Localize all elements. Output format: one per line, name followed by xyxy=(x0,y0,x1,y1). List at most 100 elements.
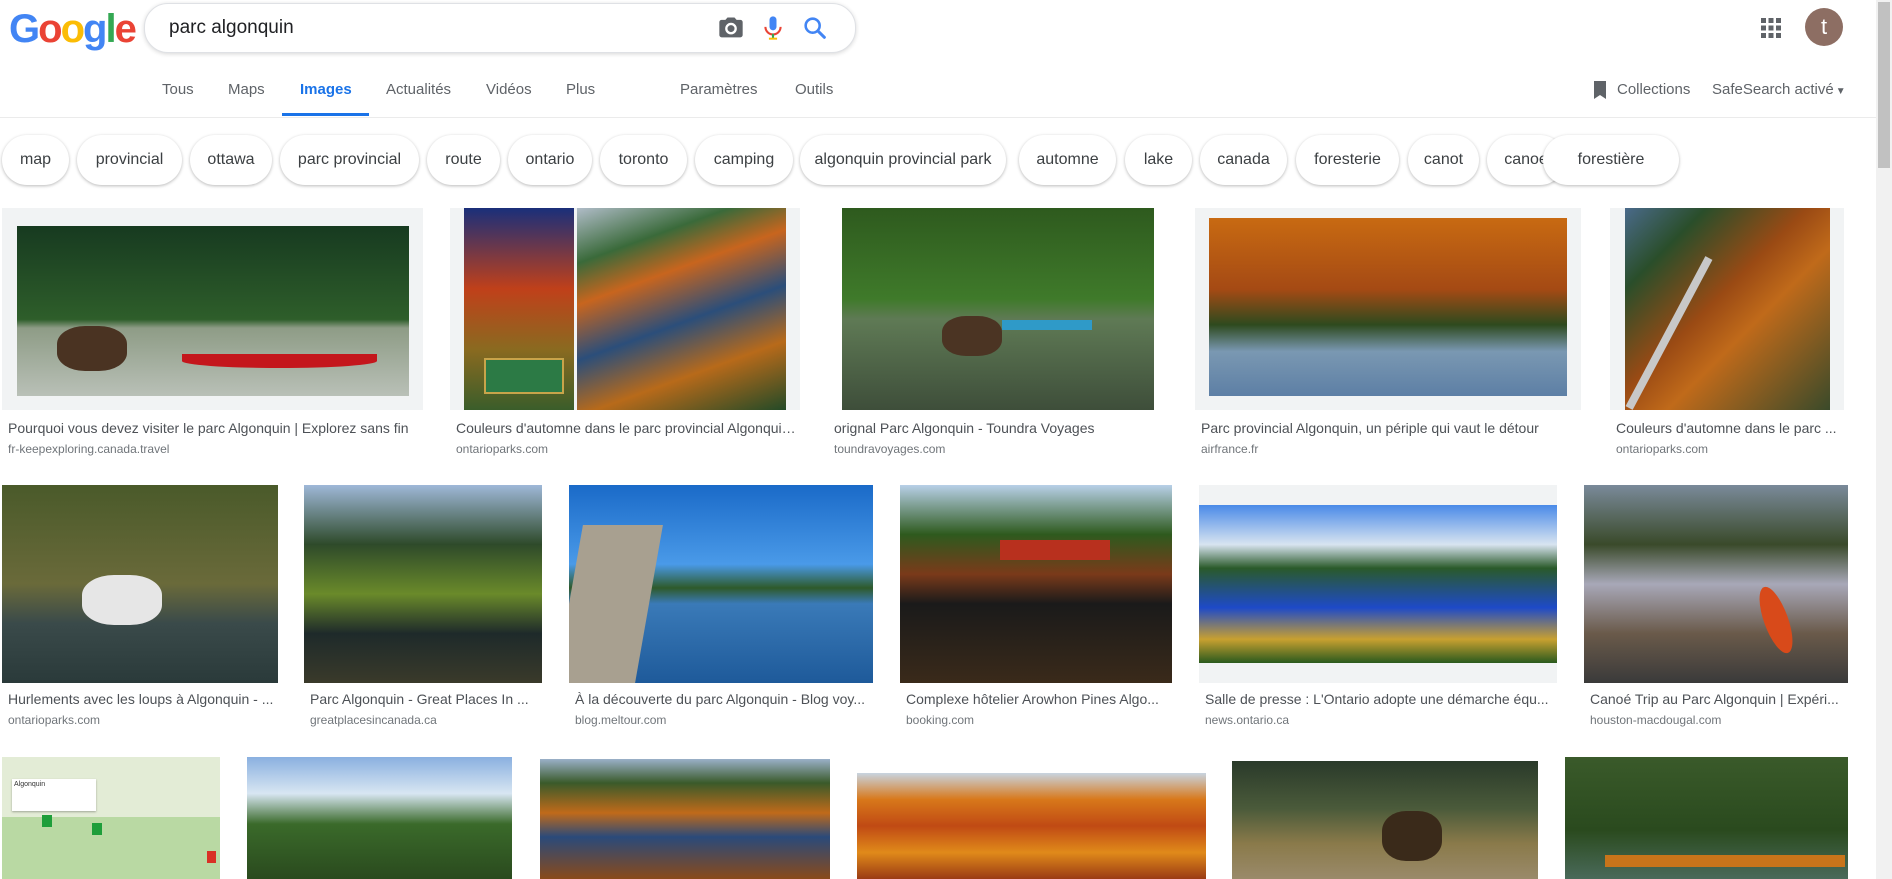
map-info-box: Algonquin xyxy=(12,779,96,811)
search-tabs-bar: Tous Maps Images Actualités Vidéos Plus … xyxy=(0,66,1876,118)
tab-images[interactable]: Images xyxy=(300,81,352,98)
search-chip[interactable]: ottawa xyxy=(190,135,272,185)
collections-link[interactable]: Collections xyxy=(1617,81,1690,98)
search-chip[interactable]: camping xyxy=(695,135,793,185)
search-chip[interactable]: parc provincial xyxy=(280,135,419,185)
image-result[interactable]: Salle de presse : L'Ontario adopte une d… xyxy=(1199,485,1557,735)
result-image xyxy=(1232,761,1538,879)
search-chip[interactable]: algonquin provincial park xyxy=(800,135,1006,185)
result-title: Parc Algonquin - Great Places In ... xyxy=(310,691,529,707)
tab-more[interactable]: Plus xyxy=(566,81,595,98)
result-image xyxy=(1584,485,1848,683)
result-image xyxy=(900,485,1172,683)
result-source: toundravoyages.com xyxy=(834,442,946,456)
image-result[interactable] xyxy=(540,757,830,879)
image-result[interactable]: Pourquoi vous devez visiter le parc Algo… xyxy=(2,208,423,458)
search-chip[interactable]: ontario xyxy=(508,135,592,185)
tab-tools[interactable]: Outils xyxy=(795,81,833,98)
result-image xyxy=(247,757,512,879)
result-source: airfrance.fr xyxy=(1201,442,1259,456)
logo-letter: l xyxy=(105,7,116,51)
result-title: À la découverte du parc Algonquin - Blog… xyxy=(575,691,866,707)
tab-settings[interactable]: Paramètres xyxy=(680,81,758,98)
image-result[interactable]: Couleurs d'automne dans le parc provinci… xyxy=(450,208,800,458)
result-title: Salle de presse : L'Ontario adopte une d… xyxy=(1205,691,1549,707)
search-chip[interactable]: forestière xyxy=(1543,135,1679,185)
logo-letter: o xyxy=(38,7,62,51)
search-box xyxy=(144,3,856,53)
search-chip[interactable]: canot xyxy=(1408,135,1479,185)
result-image xyxy=(1565,757,1848,879)
caret-down-icon: ▼ xyxy=(1835,86,1846,97)
search-icon[interactable] xyxy=(801,14,829,42)
scrollbar-thumb[interactable] xyxy=(1878,2,1890,168)
apps-grid-icon[interactable] xyxy=(1760,17,1782,44)
search-chip[interactable]: canada xyxy=(1200,135,1287,185)
image-result[interactable]: Parc provincial Algonquin, un périple qu… xyxy=(1195,208,1581,458)
map-pin-icon xyxy=(207,851,216,863)
image-result[interactable] xyxy=(1232,757,1538,879)
tab-videos[interactable]: Vidéos xyxy=(486,81,532,98)
result-image xyxy=(842,208,1154,410)
tab-maps[interactable]: Maps xyxy=(228,81,265,98)
result-image xyxy=(540,759,830,879)
search-chip[interactable]: toronto xyxy=(600,135,687,185)
google-logo[interactable]: Google xyxy=(9,7,137,52)
result-image xyxy=(569,485,873,683)
image-result[interactable] xyxy=(1565,757,1848,879)
image-result[interactable]: Couleurs d'automne dans le parc ... onta… xyxy=(1610,208,1844,458)
result-image xyxy=(17,226,409,396)
search-chip[interactable]: provincial xyxy=(77,135,182,185)
safesearch-menu[interactable]: SafeSearch activé ▼ xyxy=(1712,81,1846,98)
result-title: Parc provincial Algonquin, un périple qu… xyxy=(1201,420,1539,436)
result-image xyxy=(464,208,574,410)
map-pin-icon xyxy=(92,823,102,835)
tab-all[interactable]: Tous xyxy=(162,81,194,98)
image-result[interactable]: Hurlements avec les loups à Algonquin - … xyxy=(2,485,278,735)
result-source: booking.com xyxy=(906,713,975,727)
result-title: Hurlements avec les loups à Algonquin - … xyxy=(8,691,274,707)
search-chip[interactable]: route xyxy=(427,135,500,185)
result-title: Couleurs d'automne dans le parc provinci… xyxy=(456,420,800,436)
result-image: Algonquin xyxy=(2,757,220,879)
result-title: orignal Parc Algonquin - Toundra Voyages xyxy=(834,420,1095,436)
result-title: Pourquoi vous devez visiter le parc Algo… xyxy=(8,420,409,436)
camera-icon[interactable] xyxy=(717,14,745,42)
result-image xyxy=(2,485,278,683)
microphone-icon[interactable] xyxy=(759,14,787,42)
result-image xyxy=(1209,218,1567,396)
search-chip[interactable]: lake xyxy=(1125,135,1192,185)
result-image xyxy=(857,773,1206,879)
result-title: Couleurs d'automne dans le parc ... xyxy=(1616,420,1837,436)
logo-letter: o xyxy=(60,7,85,51)
image-result[interactable]: Algonquin xyxy=(2,757,220,879)
search-chip[interactable]: foresterie xyxy=(1296,135,1399,185)
logo-letter: g xyxy=(83,7,107,51)
page-scrollbar[interactable] xyxy=(1876,0,1892,879)
result-source: ontarioparks.com xyxy=(8,713,101,727)
active-tab-indicator xyxy=(282,113,369,116)
map-pin-icon xyxy=(42,815,52,827)
result-title: Canoé Trip au Parc Algonquin | Expéri... xyxy=(1590,691,1839,707)
bookmark-icon[interactable] xyxy=(1592,80,1608,104)
account-avatar[interactable]: t xyxy=(1805,8,1843,46)
safesearch-label: SafeSearch activé xyxy=(1712,81,1834,98)
image-result[interactable]: À la découverte du parc Algonquin - Blog… xyxy=(569,485,873,735)
result-image xyxy=(577,208,786,410)
image-result[interactable]: orignal Parc Algonquin - Toundra Voyages… xyxy=(828,208,1168,458)
image-result[interactable] xyxy=(857,757,1206,879)
result-source: fr-keepexploring.canada.travel xyxy=(8,442,170,456)
image-result[interactable]: Complexe hôtelier Arowhon Pines Algo... … xyxy=(900,485,1172,735)
image-result[interactable]: Parc Algonquin - Great Places In ... gre… xyxy=(304,485,542,735)
search-input[interactable] xyxy=(167,14,691,42)
image-result[interactable] xyxy=(247,757,512,879)
result-image xyxy=(1199,505,1557,663)
image-result[interactable]: Canoé Trip au Parc Algonquin | Expéri...… xyxy=(1584,485,1848,735)
result-source: ontarioparks.com xyxy=(1616,442,1709,456)
logo-letter: e xyxy=(114,7,137,51)
result-image xyxy=(1625,208,1830,410)
tab-news[interactable]: Actualités xyxy=(386,81,451,98)
search-chip[interactable]: map xyxy=(2,135,69,185)
result-source: blog.meltour.com xyxy=(575,713,667,727)
search-chip[interactable]: automne xyxy=(1019,135,1116,185)
